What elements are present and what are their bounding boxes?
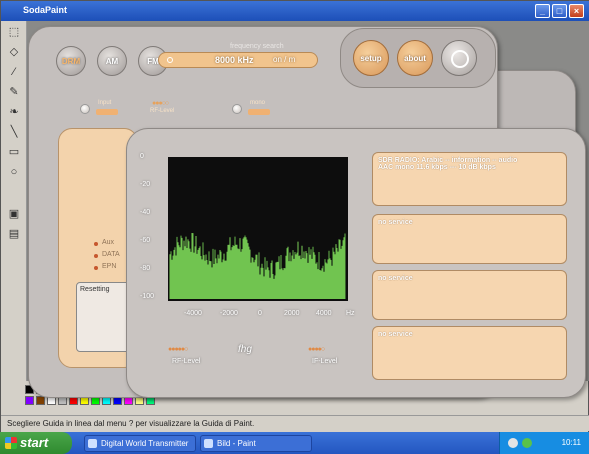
task-button-paint[interactable]: Bild - Paint (200, 435, 312, 452)
ellipse-icon[interactable]: ○ (6, 165, 22, 179)
x-tick: 2000 (284, 310, 300, 317)
input-led (80, 104, 90, 114)
line-icon[interactable]: ╲ (6, 125, 22, 139)
service-card-text: no service (378, 275, 413, 282)
setup-button[interactable]: setup (353, 40, 389, 76)
task-button-transmitter[interactable]: Digital World Transmitter (84, 435, 196, 452)
start-label: start (20, 435, 49, 450)
service-card-text: SDR RADIO: Arabic -- information -- audi… (378, 157, 518, 171)
about-button[interactable]: about (397, 40, 433, 76)
network-icon[interactable] (522, 438, 532, 448)
list-item: DATA (102, 251, 120, 258)
logo-button[interactable] (441, 40, 477, 76)
input-label: Input (98, 100, 112, 106)
y-tick: -60 (140, 237, 151, 244)
y-tick: -100 (140, 293, 155, 300)
clock: 10:11 (561, 438, 581, 447)
app-icon (88, 439, 97, 448)
y-tick: -80 (140, 265, 151, 272)
fhg-logo: fhg (238, 344, 252, 355)
list-dot-icon (94, 254, 98, 258)
spectrum-plot (168, 157, 348, 301)
rf-level-label: RF-Level (172, 358, 201, 365)
paint-toolbox: ⬚ ◇ ⁄ ✎ ❧ ╲ ▭ ○ ▣ ▤ (1, 21, 27, 381)
drm-button[interactable]: DRM (56, 46, 86, 76)
fill-opaque-icon[interactable]: ▣ (6, 207, 22, 221)
mono-led (232, 104, 242, 114)
taskbar: start Digital World Transmitter Bild - P… (0, 432, 589, 454)
paint-title: SodaPaint (23, 5, 68, 15)
speaker-icon[interactable] (508, 438, 518, 448)
list-item: Aux (102, 239, 115, 246)
service-card-4[interactable]: no service (372, 326, 567, 380)
brush-icon[interactable]: ❧ (6, 105, 22, 119)
windows-logo-icon (5, 437, 17, 449)
top-right-controls: setup about (340, 28, 496, 88)
x-tick: 4000 (316, 310, 332, 317)
task-label: Digital World Transmitter (101, 439, 189, 448)
service-card-text: no service (378, 331, 413, 338)
mono-label: mono (250, 100, 266, 106)
select-icon[interactable]: ⬚ (6, 25, 22, 39)
color-swatch[interactable] (25, 396, 34, 405)
input-tag (96, 109, 118, 115)
picker-icon[interactable]: ⁄ (6, 65, 22, 79)
frequency-unit: on / m (273, 55, 296, 64)
frequency-caption: frequency search (230, 43, 284, 50)
list-dot-icon (94, 266, 98, 270)
eraser-icon[interactable]: ◇ (6, 45, 22, 59)
am-button[interactable]: AM (97, 46, 127, 76)
service-card-3[interactable]: no service (372, 270, 567, 320)
frequency-value: 8000 kHz (215, 55, 254, 65)
system-tray: 10:11 (499, 432, 589, 454)
mono-tag (248, 109, 270, 115)
rf-level-stars-top: ●●●○○ (152, 100, 169, 107)
if-level-label: IF-Level (312, 358, 338, 365)
status-bar: Scegliere Guida in linea dal menu ? per … (1, 415, 589, 431)
status-text: Scegliere Guida in linea dal menu ? per … (7, 419, 255, 428)
if-level-stars: ●●●●○ (308, 346, 325, 353)
maximize-button[interactable]: □ (552, 4, 567, 18)
logo-icon (451, 50, 469, 68)
rf-level-label-top: RF-Level (150, 108, 175, 114)
close-button[interactable]: × (569, 4, 584, 18)
x-tick: -2000 (220, 310, 238, 317)
x-tick: 0 (258, 310, 262, 317)
color-swatch[interactable] (36, 396, 45, 405)
service-card-1[interactable]: SDR RADIO: Arabic -- information -- audi… (372, 152, 567, 206)
rf-level-stars: ●●●●●○ (168, 346, 188, 353)
y-tick: -20 (140, 181, 151, 188)
rectangle-icon[interactable]: ▭ (6, 145, 22, 159)
x-tick: Hz (346, 310, 355, 317)
start-button[interactable]: start (0, 432, 72, 454)
y-tick: 0 (140, 153, 144, 160)
list-item: EPN (102, 263, 117, 270)
fill-transparent-icon[interactable]: ▤ (6, 227, 22, 241)
list-dot-icon (94, 242, 98, 246)
spectrum-display: 0 -20 -40 -60 -80 -100 -4000 -2000 0 200… (138, 145, 363, 325)
paint-titlebar: SodaPaint _ □ × (1, 1, 589, 21)
service-card-text: no service (378, 219, 413, 226)
frequency-display[interactable]: 8000 kHz on / m (158, 52, 318, 68)
task-label: Bild - Paint (217, 439, 256, 448)
minimize-button[interactable]: _ (535, 4, 550, 18)
x-tick: -4000 (184, 310, 202, 317)
paint-icon (204, 439, 213, 448)
frequency-marker-icon (167, 57, 173, 63)
y-tick: -40 (140, 209, 151, 216)
pencil-icon[interactable]: ✎ (6, 85, 22, 99)
service-card-2[interactable]: no service (372, 214, 567, 264)
